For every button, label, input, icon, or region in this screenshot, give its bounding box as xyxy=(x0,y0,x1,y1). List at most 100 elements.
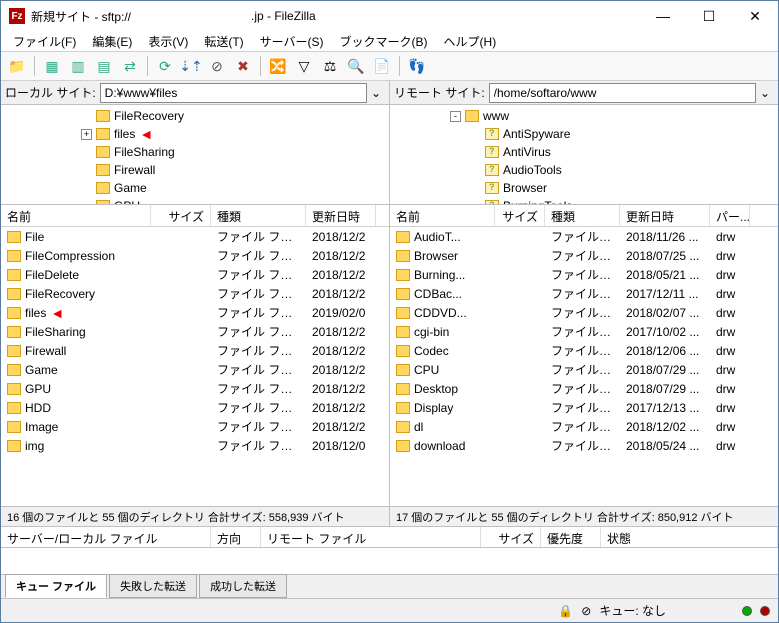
file-name: Firewall xyxy=(25,344,66,358)
tab-failed[interactable]: 失敗した転送 xyxy=(109,574,197,598)
tree-item-label: FileSharing xyxy=(114,145,175,159)
file-name: CPU xyxy=(414,363,439,377)
tree-item[interactable]: BurningTools xyxy=(390,197,778,205)
remote-path-dropdown[interactable]: ⌄ xyxy=(756,86,774,100)
tree-item[interactable]: FileRecovery xyxy=(1,107,389,125)
local-path-input[interactable] xyxy=(100,83,367,103)
remote-file-list[interactable]: AudioT...ファイル フォ...2018/11/26 ...drwBrow… xyxy=(390,227,778,506)
list-item[interactable]: FileRecoveryファイル フォルダー2018/12/2 xyxy=(1,284,389,303)
queue-col-prio[interactable]: 優先度 xyxy=(541,527,601,547)
reconnect-button[interactable]: 🔀 xyxy=(266,54,290,78)
tree-item[interactable]: FileSharing xyxy=(1,143,389,161)
list-item[interactable]: files◄ファイル フォルダー2019/02/0 xyxy=(1,303,389,322)
remote-col-perm[interactable]: パー... xyxy=(710,205,750,226)
folder-icon xyxy=(396,421,410,433)
tree-item[interactable]: Game xyxy=(1,179,389,197)
list-item[interactable]: Codecファイル フォ...2018/12/06 ...drw xyxy=(390,341,778,360)
queue-col-remote[interactable]: リモート ファイル xyxy=(261,527,481,547)
toggle-local-tree-button[interactable]: ▥ xyxy=(66,54,90,78)
file-name: FileSharing xyxy=(25,325,86,339)
local-col-size[interactable]: サイズ xyxy=(151,205,211,226)
minimize-button[interactable]: — xyxy=(640,1,686,31)
tree-item[interactable]: GPU xyxy=(1,197,389,205)
list-item[interactable]: HDDファイル フォルダー2018/12/2 xyxy=(1,398,389,417)
local-col-name[interactable]: 名前 xyxy=(1,205,151,226)
list-item[interactable]: Burning...ファイル フォ...2018/05/21 ...drw xyxy=(390,265,778,284)
tree-item[interactable]: - www xyxy=(390,107,778,125)
remote-col-size[interactable]: サイズ xyxy=(495,205,545,226)
list-item[interactable]: Gameファイル フォルダー2018/12/2 xyxy=(1,360,389,379)
list-item[interactable]: Firewallファイル フォルダー2018/12/2 xyxy=(1,341,389,360)
sync-browse-button[interactable]: 🔍 xyxy=(344,54,368,78)
tree-item[interactable]: AudioTools xyxy=(390,161,778,179)
tree-item-label: www xyxy=(483,109,509,123)
file-name: download xyxy=(414,439,465,453)
local-col-type[interactable]: 種類 xyxy=(211,205,306,226)
list-item[interactable]: Fileファイル フォルダー2018/12/2 xyxy=(1,227,389,246)
remote-col-date[interactable]: 更新日時 xyxy=(620,205,710,226)
list-item[interactable]: Displayファイル フォ...2017/12/13 ...drw xyxy=(390,398,778,417)
list-item[interactable]: FileSharingファイル フォルダー2018/12/2 xyxy=(1,322,389,341)
menu-transfer[interactable]: 転送(T) xyxy=(198,31,249,52)
tree-item[interactable]: Firewall xyxy=(1,161,389,179)
filelist-button[interactable]: 📄 xyxy=(370,54,394,78)
disconnect-button[interactable]: ✖ xyxy=(231,54,255,78)
cancel-button[interactable]: ⊘ xyxy=(205,54,229,78)
list-item[interactable]: FileCompressionファイル フォルダー2018/12/2 xyxy=(1,246,389,265)
tree-item[interactable]: AntiSpyware xyxy=(390,125,778,143)
toggle-log-button[interactable]: ▦ xyxy=(40,54,64,78)
menu-file[interactable]: ファイル(F) xyxy=(7,31,82,52)
menu-help[interactable]: ヘルプ(H) xyxy=(438,31,503,52)
tree-item[interactable]: AntiVirus xyxy=(390,143,778,161)
remote-tree[interactable]: - www AntiSpywareAntiVirusAudioToolsBrowse… xyxy=(390,105,778,205)
tree-item[interactable]: +files◄ xyxy=(1,125,389,143)
filter-button[interactable]: ▽ xyxy=(292,54,316,78)
remote-path-input[interactable] xyxy=(489,83,756,103)
list-item[interactable]: CDBac...ファイル フォ...2017/12/11 ...drw xyxy=(390,284,778,303)
remote-col-name[interactable]: 名前 xyxy=(390,205,495,226)
list-item[interactable]: dlファイル フォ...2018/12/02 ...drw xyxy=(390,417,778,436)
local-col-date[interactable]: 更新日時 xyxy=(306,205,376,226)
tab-queued[interactable]: キュー ファイル xyxy=(5,574,107,598)
menu-bookmarks[interactable]: ブックマーク(B) xyxy=(334,31,434,52)
tree-item[interactable]: Browser xyxy=(390,179,778,197)
queue-col-size[interactable]: サイズ xyxy=(481,527,541,547)
queue-col-file[interactable]: サーバー/ローカル ファイル xyxy=(1,527,211,547)
list-item[interactable]: cgi-binファイル フォ...2017/10/02 ...drw xyxy=(390,322,778,341)
toggle-queue-button[interactable]: ⇄ xyxy=(118,54,142,78)
local-tree[interactable]: FileRecovery+files◄ FileSharing FirewallGa… xyxy=(1,105,389,205)
list-item[interactable]: GPUファイル フォルダー2018/12/2 xyxy=(1,379,389,398)
list-item[interactable]: downloadファイル フォ...2018/05/24 ...drw xyxy=(390,436,778,455)
close-button[interactable]: ✕ xyxy=(732,1,778,31)
toggle-remote-tree-button[interactable]: ▤ xyxy=(92,54,116,78)
process-queue-button[interactable]: ⇣⇡ xyxy=(179,54,203,78)
search-button[interactable]: 👣 xyxy=(405,54,429,78)
list-item[interactable]: CDDVD...ファイル フォ...2018/02/07 ...drw xyxy=(390,303,778,322)
list-item[interactable]: Desktopファイル フォ...2018/07/29 ...drw xyxy=(390,379,778,398)
list-item[interactable]: CPUファイル フォ...2018/07/29 ...drw xyxy=(390,360,778,379)
maximize-button[interactable]: ☐ xyxy=(686,1,732,31)
remote-list-header: 名前 サイズ 種類 更新日時 パー... xyxy=(390,205,778,227)
list-item[interactable]: FileDeleteファイル フォルダー2018/12/2 xyxy=(1,265,389,284)
list-item[interactable]: imgファイル フォルダー2018/12/0 xyxy=(1,436,389,455)
compare-button[interactable]: ⚖ xyxy=(318,54,342,78)
list-item[interactable]: Browserファイル フォ...2018/07/25 ...drw xyxy=(390,246,778,265)
folder-icon xyxy=(396,345,410,357)
sitemanager-button[interactable]: 📁 xyxy=(5,54,29,78)
menu-view[interactable]: 表示(V) xyxy=(142,31,194,52)
local-file-list[interactable]: Fileファイル フォルダー2018/12/2FileCompressionファ… xyxy=(1,227,389,506)
refresh-button[interactable]: ⟳ xyxy=(153,54,177,78)
queue-col-dir[interactable]: 方向 xyxy=(211,527,261,547)
expander-icon[interactable]: + xyxy=(81,129,92,140)
tab-success[interactable]: 成功した転送 xyxy=(199,574,287,598)
queue-body[interactable] xyxy=(1,548,778,574)
folder-icon xyxy=(7,421,21,433)
menu-edit[interactable]: 編集(E) xyxy=(86,31,138,52)
menu-server[interactable]: サーバー(S) xyxy=(254,31,330,52)
expander-icon[interactable]: - xyxy=(450,111,461,122)
list-item[interactable]: AudioT...ファイル フォ...2018/11/26 ...drw xyxy=(390,227,778,246)
list-item[interactable]: Imageファイル フォルダー2018/12/2 xyxy=(1,417,389,436)
remote-col-type[interactable]: 種類 xyxy=(545,205,620,226)
local-path-dropdown[interactable]: ⌄ xyxy=(367,86,385,100)
queue-col-state[interactable]: 状態 xyxy=(601,527,778,547)
